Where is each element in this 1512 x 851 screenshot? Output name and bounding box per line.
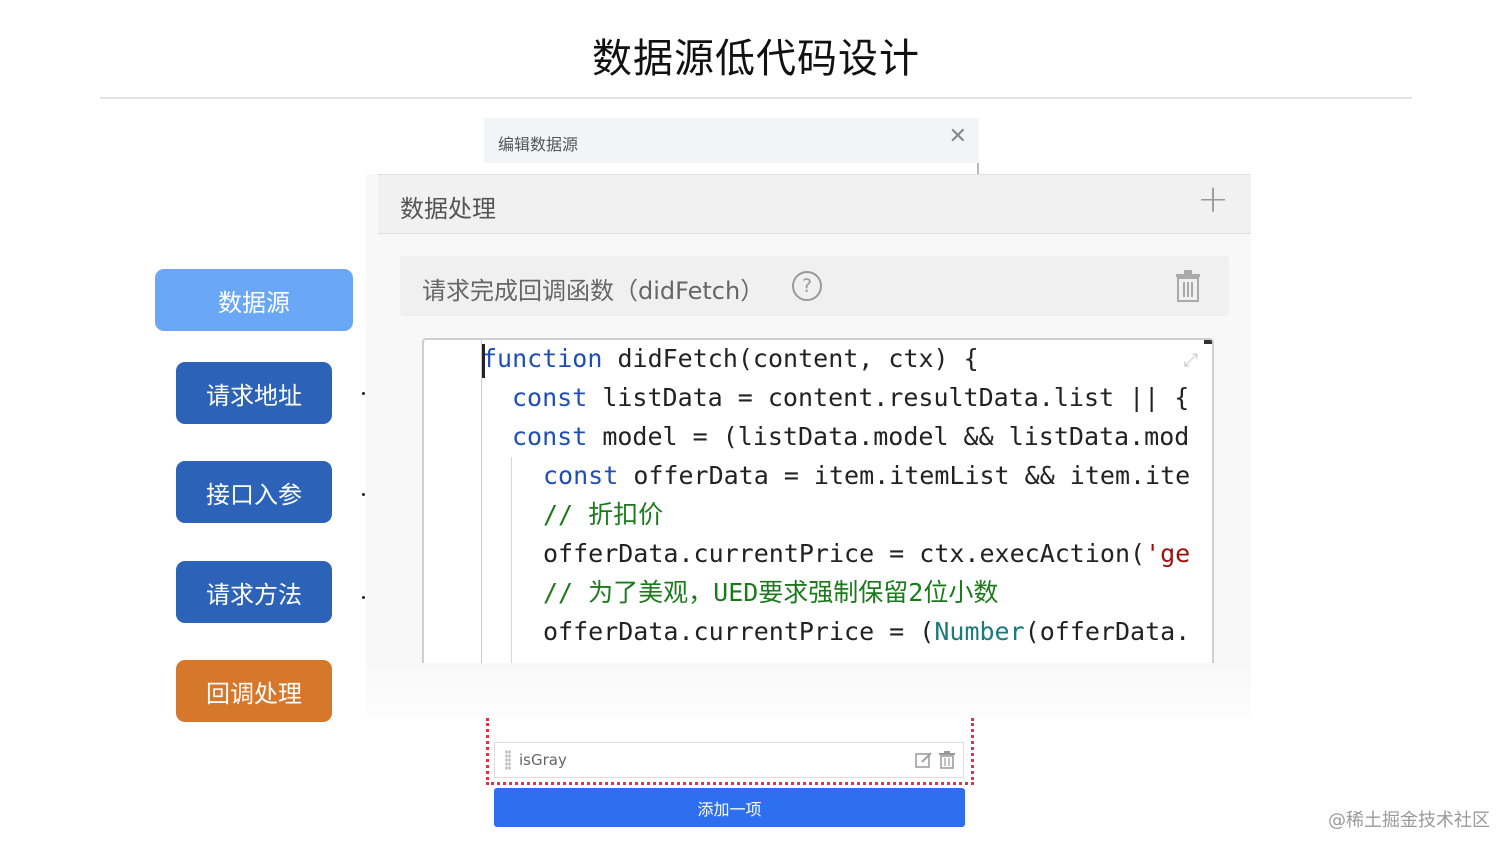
connector-dot xyxy=(362,493,365,496)
trash-icon[interactable] xyxy=(939,751,955,773)
nav-request-url[interactable]: 请求地址 xyxy=(176,362,332,424)
add-item-button[interactable]: 添加一项 xyxy=(494,788,965,827)
panel-footer xyxy=(366,663,1251,718)
section-title: 请求完成回调函数（didFetch） xyxy=(422,277,765,305)
nav-label: 回调处理 xyxy=(206,679,302,708)
code-comment: // 折扣价 xyxy=(543,500,664,529)
trash-icon[interactable] xyxy=(1175,270,1201,306)
nav-label: 数据源 xyxy=(218,288,290,317)
code-line: const listData = content.resultData.list… xyxy=(512,383,1190,412)
edit-datasource-dialog-header: 编辑数据源 ✕ xyxy=(484,118,979,163)
indent-guide xyxy=(511,457,512,665)
panel-header: 数据处理 + xyxy=(378,174,1251,234)
list-item-label: isGray xyxy=(519,751,567,769)
connector-dot xyxy=(362,596,365,599)
list-item[interactable]: isGray xyxy=(494,742,964,778)
drag-handle-icon[interactable] xyxy=(505,750,511,770)
code-line: offerData.currentPrice = (Number(offerDa… xyxy=(543,617,1191,646)
connector-dot xyxy=(362,392,365,395)
nav-label: 请求地址 xyxy=(206,381,302,410)
code-line: function didFetch(content, ctx) { xyxy=(482,344,979,373)
code-comment: // 为了美观，UED要求强制保留2位小数 xyxy=(543,578,999,607)
dialog-title: 编辑数据源 xyxy=(498,135,579,154)
code-line: const model = (listData.model && listDat… xyxy=(512,422,1190,451)
page-title: 数据源低代码设计 xyxy=(592,36,920,82)
code-editor[interactable]: ⤢ function didFetch(content, ctx) { cons… xyxy=(422,338,1214,667)
watermark: @稀土掘金技术社区 xyxy=(1328,810,1490,831)
gutter-divider xyxy=(481,340,482,665)
nav-label: 请求方法 xyxy=(206,580,302,609)
callback-section-header: 请求完成回调函数（didFetch） ? xyxy=(400,256,1229,316)
plus-icon[interactable]: + xyxy=(1197,177,1229,221)
nav-data-source[interactable]: 数据源 xyxy=(155,269,353,331)
data-processing-panel: 数据处理 + 请求完成回调函数（didFetch） ? ⤢ function d… xyxy=(366,174,1251,718)
expand-icon[interactable]: ⤢ xyxy=(1184,350,1198,371)
nav-callback[interactable]: 回调处理 xyxy=(176,660,332,722)
close-icon[interactable]: ✕ xyxy=(949,124,967,149)
panel-title: 数据处理 xyxy=(400,195,496,223)
nav-label: 接口入参 xyxy=(206,480,302,509)
nav-request-method[interactable]: 请求方法 xyxy=(176,561,332,623)
scrollbar-corner xyxy=(1204,340,1212,344)
edit-icon[interactable] xyxy=(915,751,933,773)
nav-request-params[interactable]: 接口入参 xyxy=(176,461,332,523)
code-line: offerData.currentPrice = ctx.execAction(… xyxy=(543,539,1191,568)
title-divider xyxy=(100,97,1412,99)
code-line: const offerData = item.itemList && item.… xyxy=(543,461,1191,490)
question-circle-icon[interactable]: ? xyxy=(792,271,822,301)
